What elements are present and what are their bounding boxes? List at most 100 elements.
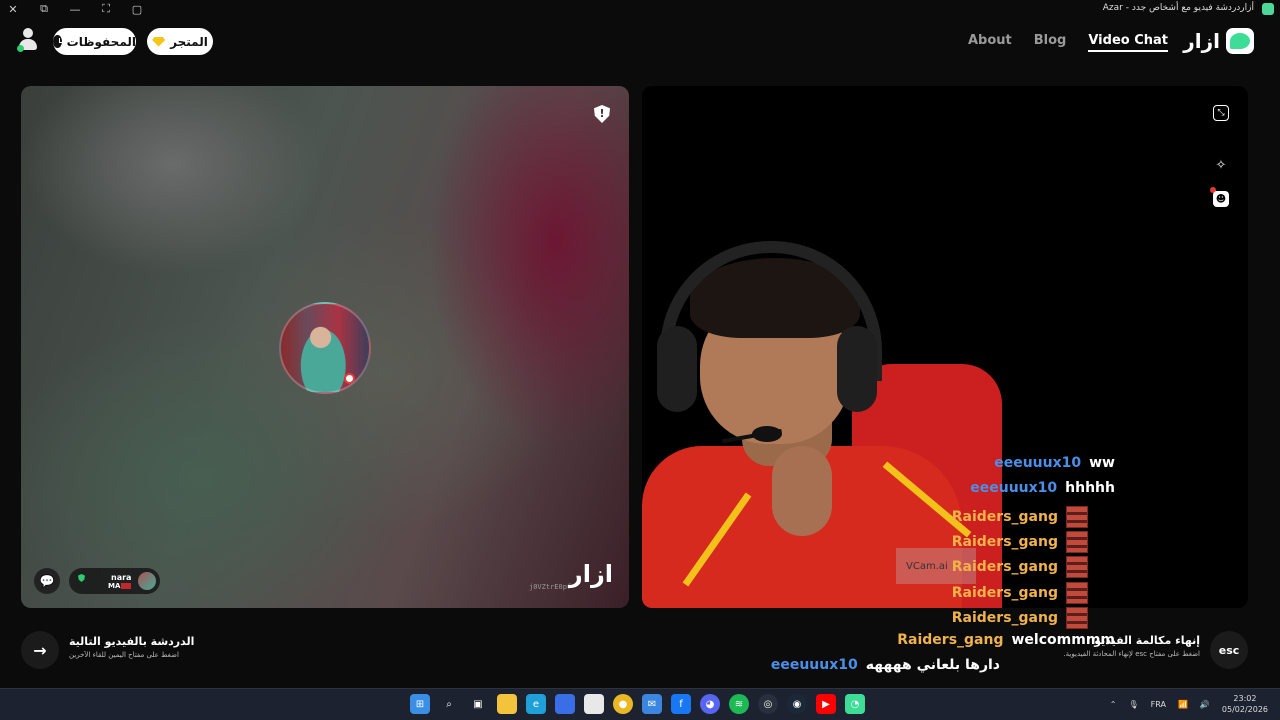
chat-line: eeeuuux10 hhhhh	[970, 480, 1115, 496]
chat-message: ww	[1089, 455, 1115, 471]
gem-icon	[152, 36, 166, 47]
clock-time: 23:02	[1233, 694, 1257, 703]
brand-logo[interactable]: ازار	[1183, 28, 1254, 54]
azar-app-icon	[1262, 3, 1274, 15]
peer-video-panel: 💬 nara MA j0VZtrE0pf ازار	[21, 86, 629, 608]
azar-watermark: ازار	[568, 560, 613, 588]
chat-bubble-button[interactable]: 💬	[34, 568, 60, 594]
bottom-actions: → الدردشة بالفيديو التالية اضغط على مفتا…	[0, 626, 1280, 688]
arrow-right-icon: →	[33, 640, 47, 660]
store-label: المتجر	[170, 34, 208, 49]
chat-username: Raiders_gang	[951, 584, 1058, 601]
online-status-dot	[17, 45, 24, 52]
chat-message: hhhhh	[1065, 480, 1115, 497]
system-tray: ⌃ 🎙 FRA 📶 🔊 23:02 05/02/2026	[1110, 693, 1268, 715]
morocco-flag-icon	[121, 583, 131, 589]
chat-username: Raiders_gang	[951, 508, 1058, 525]
taskbar-apps: ⊞ ⌕ ▣ e ● ✉ f ◕ ≋ ◎ ◉ ▶ ◔	[410, 694, 865, 714]
nav-video-chat-link[interactable]: Video Chat	[1088, 33, 1168, 52]
headset-mic	[752, 426, 782, 442]
peer-thumbnail	[138, 572, 156, 590]
chat-image	[1066, 530, 1088, 553]
facebook-icon[interactable]: f	[671, 694, 691, 714]
session-id: j0VZtrE0pf	[529, 583, 572, 591]
peer-name: nara	[111, 573, 132, 582]
clock-icon	[53, 35, 63, 48]
magic-wand-icon[interactable]: ✧	[1213, 157, 1229, 173]
chevron-up-icon[interactable]: ⌃	[1110, 700, 1117, 709]
peer-user-tag[interactable]: nara MA	[69, 568, 160, 594]
discord-icon[interactable]: ◕	[700, 694, 720, 714]
verified-shield-icon	[78, 574, 85, 582]
saved-label: المحفوظات	[66, 34, 136, 49]
expand-icon[interactable]: ⤡	[1213, 105, 1229, 121]
chat-line: Raiders_gang	[951, 581, 1088, 604]
saved-button[interactable]: المحفوظات	[53, 28, 136, 55]
youtube-icon[interactable]: ▶	[816, 694, 836, 714]
chat-line: Raiders_gang	[951, 530, 1088, 553]
self-video-panel: ⤡ ✧ ☻ VCam.ai	[642, 86, 1248, 608]
mail-icon[interactable]: ✉	[642, 694, 662, 714]
next-chat-button[interactable]: →	[21, 631, 59, 669]
microphone-icon[interactable]: 🎙	[1128, 700, 1138, 709]
next-chat-title: الدردشة بالفيديو التالية	[69, 635, 195, 648]
window-controls: ✕ ⧉ — ⛶ ▢	[6, 2, 144, 16]
azar-icon[interactable]: ◔	[845, 694, 865, 714]
windows-start-icon[interactable]: ⊞	[410, 694, 430, 714]
headset-cup-right	[837, 326, 877, 412]
close-icon[interactable]: ✕	[6, 2, 20, 16]
person-hand	[772, 446, 832, 536]
chat-username: Raiders_gang	[951, 533, 1058, 550]
task-view-icon[interactable]: ▣	[468, 694, 488, 714]
end-call-hint: اضغط على مفتاح esc لإنهاء المحادثة الفيد…	[1063, 650, 1200, 658]
minimize-icon[interactable]: —	[68, 2, 82, 16]
chrome-icon[interactable]: ●	[613, 694, 633, 714]
chat-line: eeeuuux10 ww	[994, 455, 1115, 471]
taskbar-clock[interactable]: 23:02 05/02/2026	[1222, 693, 1268, 715]
notepad-icon[interactable]	[584, 694, 604, 714]
chat-username: Raiders_gang	[951, 609, 1058, 626]
windows-taskbar: ⊞ ⌕ ▣ e ● ✉ f ◕ ≋ ◎ ◉ ▶ ◔ ⌃ 🎙 FRA 📶 🔊 23:02 05/02/20…	[0, 688, 1280, 720]
file-explorer-icon[interactable]	[497, 694, 517, 714]
brand-name: ازار	[1183, 29, 1220, 53]
window-title: أزاردردشة فيديو مع أشخاص جدد - Azar	[1102, 3, 1254, 13]
language-indicator[interactable]: FRA	[1151, 700, 1166, 709]
store-button[interactable]: المتجر	[147, 28, 213, 55]
chat-image	[1066, 581, 1088, 604]
search-icon[interactable]: ⌕	[439, 694, 459, 714]
edge-icon[interactable]: e	[526, 694, 546, 714]
blocked-icon	[344, 373, 355, 384]
peer-country: MA	[108, 582, 121, 590]
face-filter-icon[interactable]: ☻	[1213, 191, 1229, 207]
volume-icon[interactable]: 🔊	[1200, 700, 1210, 709]
steam-icon[interactable]: ◉	[787, 694, 807, 714]
nav-blog-link[interactable]: Blog	[1034, 33, 1067, 52]
extensions-icon[interactable]: ⛶	[99, 2, 113, 16]
clock-date: 05/02/2026	[1221, 705, 1268, 714]
wifi-icon[interactable]: 📶	[1178, 700, 1188, 709]
peer-profile-photo	[279, 302, 371, 394]
store-icon[interactable]	[555, 694, 575, 714]
avatar-head	[23, 28, 33, 38]
nav-about-link[interactable]: About	[968, 33, 1012, 52]
sidebar-icon[interactable]: ▢	[130, 2, 144, 16]
chat-line: Raiders_gang	[952, 556, 1088, 579]
restore-icon[interactable]: ⧉	[37, 2, 51, 16]
chat-image	[1066, 556, 1088, 579]
end-call-button[interactable]: esc	[1210, 631, 1248, 669]
window-titlebar: ✕ ⧉ — ⛶ ▢ أزاردردشة فيديو مع أشخاص جدد -…	[0, 0, 1280, 18]
azar-logo-icon	[1226, 28, 1254, 54]
report-shield-icon[interactable]	[594, 105, 610, 123]
nav-links: About Blog Video Chat	[968, 33, 1168, 52]
steam-companion-icon[interactable]: ◎	[758, 694, 778, 714]
top-navigation: المحفوظات المتجر About Blog Video Chat ا…	[0, 18, 1280, 66]
chat-username: eeeuuux10	[970, 480, 1058, 497]
profile-avatar[interactable]	[17, 28, 39, 54]
chat-image	[1066, 505, 1088, 528]
chat-line: Raiders_gang	[951, 505, 1088, 528]
headset-cup-left	[657, 326, 697, 412]
end-call-title: إنهاء مكالمة الفيديو	[1094, 634, 1200, 647]
spotify-icon[interactable]: ≋	[729, 694, 749, 714]
next-chat-hint: اضغط على مفتاح اليمين للقاء الآخرين	[69, 651, 179, 659]
chat-username: eeeuuux10	[994, 455, 1082, 471]
